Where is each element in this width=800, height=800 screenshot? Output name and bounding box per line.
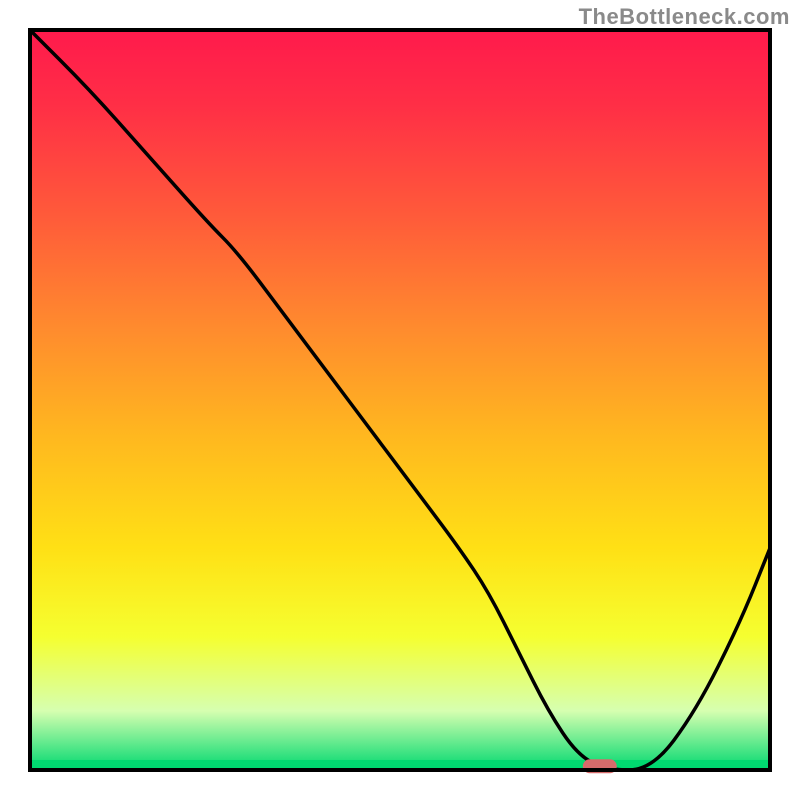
bottleneck-chart <box>0 0 800 800</box>
chart-container: TheBottleneck.com <box>0 0 800 800</box>
attribution-label: TheBottleneck.com <box>579 4 790 30</box>
plot-background <box>30 30 770 770</box>
